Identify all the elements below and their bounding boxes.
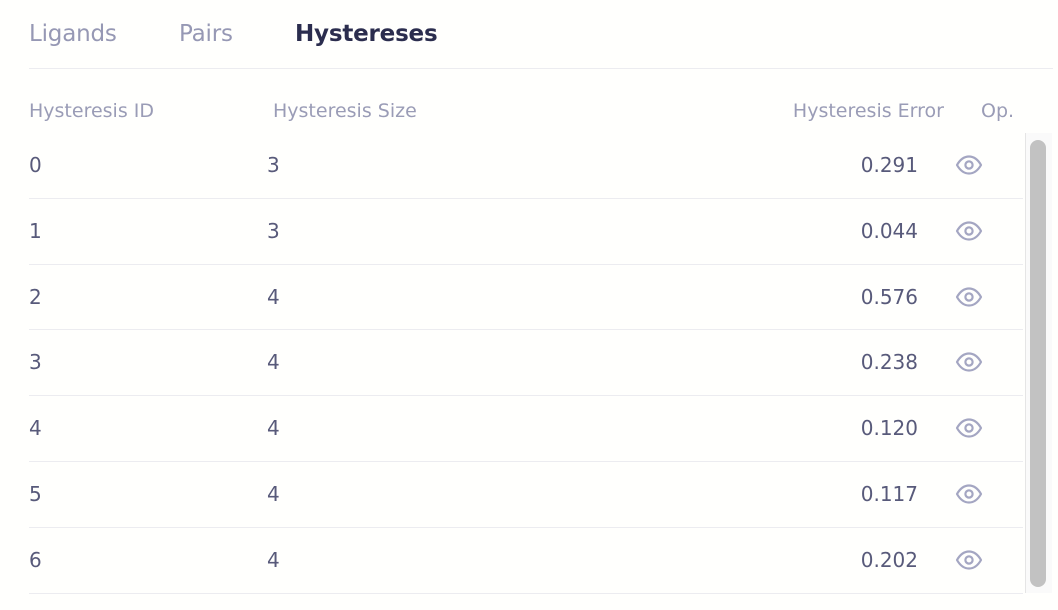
tab-pairs[interactable]: Pairs [179,21,233,47]
table-row: 2 4 0.576 [29,265,1023,331]
table-row: 3 4 0.238 [29,330,1023,397]
eye-icon[interactable] [955,350,983,374]
table-header: Hysteresis ID Hysteresis Size Hysteresis… [0,96,1058,130]
column-header-hysteresis-error[interactable]: Hysteresis Error [793,100,944,122]
hysteresis-size-cell: 4 [267,547,280,572]
table-row: 5 4 0.117 [29,462,1023,528]
hysteresis-id-cell: 4 [29,416,42,441]
hysteresis-error-cell: 0.044 [860,218,918,243]
hysteresis-error-cell: 0.576 [860,284,918,309]
hysteresis-error-cell: 0.117 [860,481,918,506]
hysteresis-error-cell: 0.238 [860,350,918,375]
hysteresis-id-cell: 5 [29,481,42,506]
eye-icon[interactable] [955,548,983,572]
table-body: 0 3 0.291 1 3 0.044 2 4 0.576 3 4 0.238 … [29,133,1023,595]
hysteresis-error-cell: 0.120 [860,416,918,441]
tab-hystereses[interactable]: Hystereses [295,21,438,47]
hysteresis-id-cell: 3 [29,350,42,375]
table-row: 1 3 0.044 [29,199,1023,265]
hysteresis-size-cell: 4 [267,350,280,375]
tab-ligands[interactable]: Ligands [29,21,117,47]
hysteresis-id-cell: 6 [29,547,42,572]
hysteresis-id-cell: 1 [29,218,42,243]
hysteresis-error-cell: 0.291 [860,153,918,177]
eye-icon[interactable] [955,416,983,440]
column-header-op: Op. [981,100,1015,122]
hysteresis-size-cell: 4 [267,481,280,506]
scrollbar-thumb[interactable] [1030,140,1046,587]
eye-icon[interactable] [955,153,983,177]
table-row: 4 4 0.120 [29,396,1023,462]
tab-bar: Ligands Pairs Hystereses [29,0,1053,69]
hysteresis-size-cell: 3 [267,218,280,243]
hysteresis-error-cell: 0.202 [860,547,918,572]
hysteresis-size-cell: 3 [267,153,280,177]
table-row: 6 4 0.202 [29,528,1023,594]
hysteresis-size-cell: 4 [267,284,280,309]
eye-icon[interactable] [955,285,983,309]
hysteresis-id-cell: 2 [29,284,42,309]
column-header-hysteresis-id[interactable]: Hysteresis ID [29,100,154,122]
eye-icon[interactable] [955,219,983,243]
column-header-hysteresis-size[interactable]: Hysteresis Size [273,100,417,122]
hysteresis-id-cell: 0 [29,153,42,177]
hystereses-panel: Ligands Pairs Hystereses Hysteresis ID H… [0,0,1058,610]
table-row: 0 3 0.291 [29,133,1023,199]
eye-icon[interactable] [955,482,983,506]
hysteresis-size-cell: 4 [267,416,280,441]
